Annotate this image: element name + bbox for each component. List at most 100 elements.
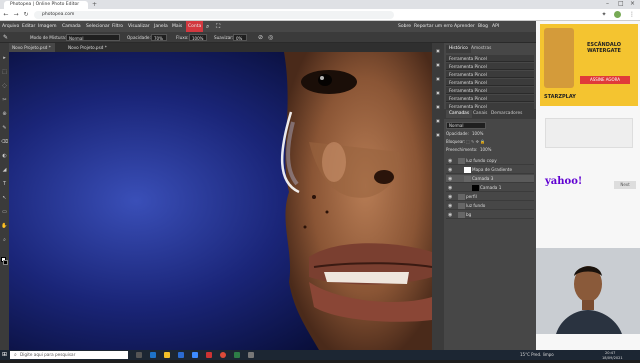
explorer-icon[interactable] (164, 352, 170, 358)
layer-opacity-value[interactable]: 100% (472, 131, 483, 136)
next-button[interactable]: Next (614, 181, 636, 189)
layer-blend-select[interactable]: Normal (446, 122, 486, 129)
task-view-icon[interactable] (136, 352, 142, 358)
visibility-eye-icon[interactable]: ◉ (448, 184, 454, 192)
yahoo-logo[interactable]: yahoo! (545, 176, 582, 187)
visibility-eye-icon[interactable]: ◉ (448, 193, 454, 201)
chrome-icon[interactable] (220, 352, 226, 358)
new-tab-icon[interactable]: + (92, 1, 97, 8)
eraser-tool-icon[interactable]: ⌫ (1, 139, 8, 146)
layers-panel-icon[interactable]: ▣ (434, 131, 442, 139)
pressure-icon[interactable]: ◎ (268, 32, 273, 43)
smooth-field[interactable]: 0% (233, 34, 247, 41)
menu-visualizar[interactable]: Visualizar (128, 21, 150, 32)
zoom-tool-icon[interactable]: ⌕ (1, 237, 8, 244)
menu-right-0[interactable]: Sobre (398, 21, 411, 32)
edge-icon[interactable] (150, 352, 156, 358)
para-panel-icon[interactable]: ▣ (434, 117, 442, 125)
type-tool-icon[interactable]: T (1, 181, 8, 188)
menu-mais[interactable]: Mais (172, 21, 182, 32)
menu-right-4[interactable]: API (492, 21, 499, 32)
app2-icon[interactable] (234, 352, 240, 358)
brush-tool-icon[interactable]: ✎ (3, 32, 8, 43)
maximize-icon[interactable]: □ (618, 0, 624, 7)
path-select-tool-icon[interactable]: ↖ (1, 195, 8, 202)
layer-row[interactable]: ◉ bg (446, 211, 534, 219)
menu-janela[interactable]: Janela (154, 21, 168, 32)
menu-camada[interactable]: Camada (62, 21, 81, 32)
opacity-field[interactable]: 70% (151, 34, 167, 41)
lasso-tool-icon[interactable]: ◌ (1, 83, 8, 90)
history-item[interactable]: Ferramenta Pincel (446, 95, 534, 102)
flow-field[interactable]: 100% (189, 34, 207, 41)
layer-row[interactable]: ◉ luz fundo copy (446, 157, 534, 165)
layer-row[interactable]: ◉ Camada 3 (446, 175, 534, 183)
ad-cta-button[interactable]: ASSINE AGORA (580, 76, 630, 84)
dodge-tool-icon[interactable]: ◐ (1, 153, 8, 160)
background-color-swatch[interactable] (3, 260, 8, 265)
inf-panel-icon[interactable]: ▣ (434, 47, 442, 55)
marquee-tool-icon[interactable]: ⬚ (1, 69, 8, 76)
extensions-icon[interactable]: ✦ (600, 11, 608, 19)
browser-tab[interactable]: Photopea | Online Photo Editor (4, 1, 88, 9)
reload-icon[interactable]: ↻ (22, 11, 30, 19)
visibility-eye-icon[interactable]: ◉ (448, 166, 454, 174)
lock-icons[interactable]: ⬚ ✎ ✥ 🔒 (466, 139, 485, 144)
url-input[interactable]: photopea.com (34, 11, 394, 19)
menu-right-2[interactable]: Aprender (454, 21, 475, 32)
menu-editar[interactable]: Editar (22, 21, 35, 32)
layer-row[interactable]: ◉ Camada 1 (446, 184, 534, 192)
fill-value[interactable]: 100% (480, 147, 491, 152)
menu-arquivo[interactable]: Arquivo (2, 21, 19, 32)
tab-swatches[interactable]: Amostras (468, 45, 494, 53)
brush-tool-icon[interactable]: ✎ (1, 125, 8, 132)
doc-tab[interactable]: Novo Projeto.psd * (64, 43, 111, 52)
history-item[interactable]: Ferramenta Pincel (446, 63, 534, 70)
taskbar-search-input[interactable]: Digite aqui para pesquisar (10, 351, 128, 359)
image-canvas[interactable] (9, 52, 432, 350)
search-icon[interactable]: ⌕ (206, 21, 209, 32)
menu-right-1[interactable]: Reportar um erro (414, 21, 453, 32)
visibility-eye-icon[interactable]: ◉ (448, 175, 454, 183)
css-panel-icon[interactable]: ▣ (434, 61, 442, 69)
history-item[interactable]: Ferramenta Pincel (446, 87, 534, 94)
layer-row[interactable]: ◉ perfil (446, 193, 534, 201)
close-window-icon[interactable]: × (630, 0, 635, 7)
hand-tool-icon[interactable]: ✋ (1, 223, 8, 230)
forward-icon[interactable]: → (12, 11, 20, 19)
crop-tool-icon[interactable]: ✂ (1, 97, 8, 104)
gradient-tool-icon[interactable]: ◢ (1, 167, 8, 174)
minimize-icon[interactable]: – (606, 0, 609, 7)
menu-right-3[interactable]: Blog (478, 21, 488, 32)
doc-tab[interactable]: Novo Projeto.psd * (8, 43, 55, 52)
menu-imagem[interactable]: Imagem (38, 21, 56, 32)
weather-status[interactable]: 15°C Pred. limpo (520, 350, 554, 360)
layer-row[interactable]: ◉ luz fundo (446, 202, 534, 210)
profile-avatar[interactable] (614, 11, 621, 18)
props-panel-icon[interactable]: ▣ (434, 75, 442, 83)
shape-tool-icon[interactable]: ▭ (1, 209, 8, 216)
app-icon[interactable] (206, 352, 212, 358)
blend-select[interactable]: Normal (66, 34, 120, 41)
visibility-eye-icon[interactable]: ◉ (448, 202, 454, 210)
menu-conta[interactable]: Conta (186, 21, 204, 32)
airbrush-icon[interactable]: ⊘ (258, 32, 263, 43)
mail-icon[interactable] (192, 352, 198, 358)
tab-layers[interactable]: Camadas (446, 110, 473, 118)
fullscreen-icon[interactable]: ⛶ (216, 21, 220, 32)
visibility-eye-icon[interactable]: ◉ (448, 211, 454, 219)
history-item[interactable]: Ferramenta Pincel (446, 71, 534, 78)
windows-start-icon[interactable]: ⊞ (2, 350, 7, 360)
visibility-eye-icon[interactable]: ◉ (448, 157, 454, 165)
back-icon[interactable]: ← (2, 11, 10, 19)
move-tool-icon[interactable]: ▸ (1, 55, 8, 62)
menu-selecionar[interactable]: Selecionar (86, 21, 110, 32)
menu-filtro[interactable]: Filtro (112, 21, 123, 32)
store-icon[interactable] (178, 352, 184, 358)
tab-paths[interactable]: Demarcadores (488, 110, 525, 118)
layer-row[interactable]: ◉ Mapa de Gradiente (446, 166, 534, 174)
menu-icon[interactable]: ⋮ (628, 11, 636, 19)
char-panel-icon[interactable]: ▣ (434, 103, 442, 111)
app3-icon[interactable] (248, 352, 254, 358)
history-item[interactable]: Ferramenta Pincel (446, 79, 534, 86)
